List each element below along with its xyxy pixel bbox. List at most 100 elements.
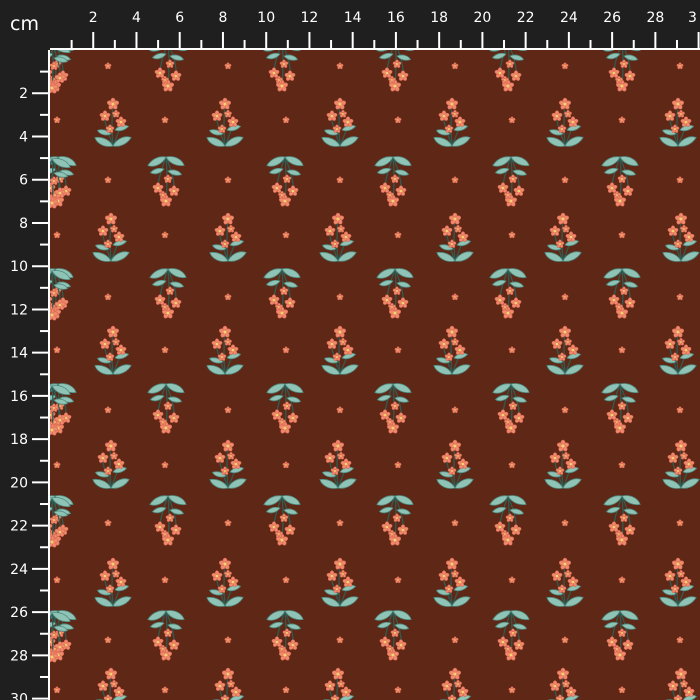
fabric-swatch-view: 2 4 6 8 10 12 14 16 18 20 22 24 26 28 3 2 4 6 8 10 12 14 16 18…	[0, 0, 700, 700]
flower-center	[109, 444, 113, 448]
flower-center	[687, 462, 691, 466]
flower-center	[339, 522, 341, 524]
left-ruler-label: 30	[10, 692, 28, 700]
flower-center	[560, 127, 564, 131]
flower-center	[166, 311, 170, 315]
flower-center	[679, 672, 683, 676]
flower-center	[395, 516, 399, 520]
flower-center	[511, 464, 513, 466]
flower-center	[567, 341, 569, 343]
flower-center	[569, 462, 573, 466]
flower-center	[340, 683, 342, 685]
flower-center	[393, 84, 397, 88]
flower-center	[280, 538, 284, 542]
flower-center	[506, 84, 510, 88]
flower-center	[447, 587, 451, 591]
flower-center	[458, 120, 462, 124]
flower-center	[344, 235, 348, 239]
flower-center	[156, 413, 160, 417]
flower-center	[393, 311, 397, 315]
flower-center	[509, 426, 513, 430]
flower-center	[338, 102, 342, 106]
flower-center	[52, 179, 56, 183]
flower-center	[234, 690, 238, 694]
flower-center	[561, 672, 565, 676]
flower-center	[111, 562, 115, 566]
flower-center	[457, 228, 459, 230]
top-ruler-label: 16	[387, 10, 405, 26]
flower-center	[622, 516, 626, 520]
left-ruler-label: 12	[10, 302, 28, 318]
flower-center	[676, 102, 680, 106]
flower-center	[227, 65, 229, 67]
flower-center	[272, 71, 276, 75]
top-ruler-label: 3	[688, 10, 697, 26]
flower-center	[565, 228, 567, 230]
flower-center	[215, 574, 219, 578]
left-ruler-label: 22	[10, 519, 28, 535]
flower-center	[628, 74, 632, 78]
left-ruler-label: 28	[10, 648, 28, 664]
flower-center	[679, 65, 681, 67]
flower-center	[56, 234, 58, 236]
flower-center	[560, 355, 564, 359]
flower-center	[330, 114, 334, 118]
flower-center	[395, 289, 399, 293]
flower-center	[555, 342, 559, 346]
flower-center	[612, 71, 616, 75]
flower-center	[172, 643, 176, 647]
flower-center	[679, 639, 681, 641]
flower-center	[683, 455, 685, 457]
flower-center	[397, 349, 399, 351]
flower-center	[283, 426, 287, 430]
flower-center	[401, 301, 405, 305]
flower-center	[621, 579, 623, 581]
flower-center	[504, 306, 506, 308]
flower-center	[164, 653, 168, 657]
flower-center	[58, 530, 62, 534]
flower-center	[517, 643, 521, 647]
flower-center	[453, 444, 457, 448]
flower-center	[227, 639, 229, 641]
flower-center	[215, 342, 219, 346]
flower-center	[610, 413, 614, 417]
flower-center	[461, 235, 465, 239]
flower-center	[445, 684, 449, 688]
flower-center	[498, 525, 502, 529]
flower-center	[447, 355, 451, 359]
flower-center	[555, 114, 559, 118]
flower-center	[450, 102, 454, 106]
flower-center	[164, 533, 166, 535]
flower-center	[283, 199, 287, 203]
flower-center	[275, 186, 279, 190]
flower-center	[50, 655, 54, 659]
flower-center	[567, 113, 569, 115]
flower-center	[50, 201, 54, 205]
flower-center	[553, 456, 557, 460]
flower-center	[620, 84, 624, 88]
flower-center	[285, 631, 289, 635]
flower-center	[164, 464, 166, 466]
flower-center	[50, 540, 54, 544]
flower-center	[164, 119, 166, 121]
flower-center	[223, 562, 227, 566]
flower-center	[399, 643, 403, 647]
flower-center	[164, 349, 166, 351]
flower-center	[52, 64, 56, 68]
flower-center	[162, 648, 164, 650]
flower-center	[281, 421, 283, 423]
flower-center	[569, 235, 573, 239]
left-ruler-label: 16	[10, 389, 28, 405]
flower-center	[618, 199, 622, 203]
flower-center	[391, 533, 393, 535]
flower-center	[447, 127, 451, 131]
flower-center	[618, 653, 622, 657]
flower-center	[509, 199, 513, 203]
flower-center	[291, 189, 295, 193]
flower-center	[457, 455, 459, 457]
flower-center	[108, 355, 112, 359]
left-ruler-label: 26	[10, 605, 28, 621]
flower-center	[156, 640, 160, 644]
flower-center	[158, 298, 162, 302]
flower-center	[231, 348, 235, 352]
